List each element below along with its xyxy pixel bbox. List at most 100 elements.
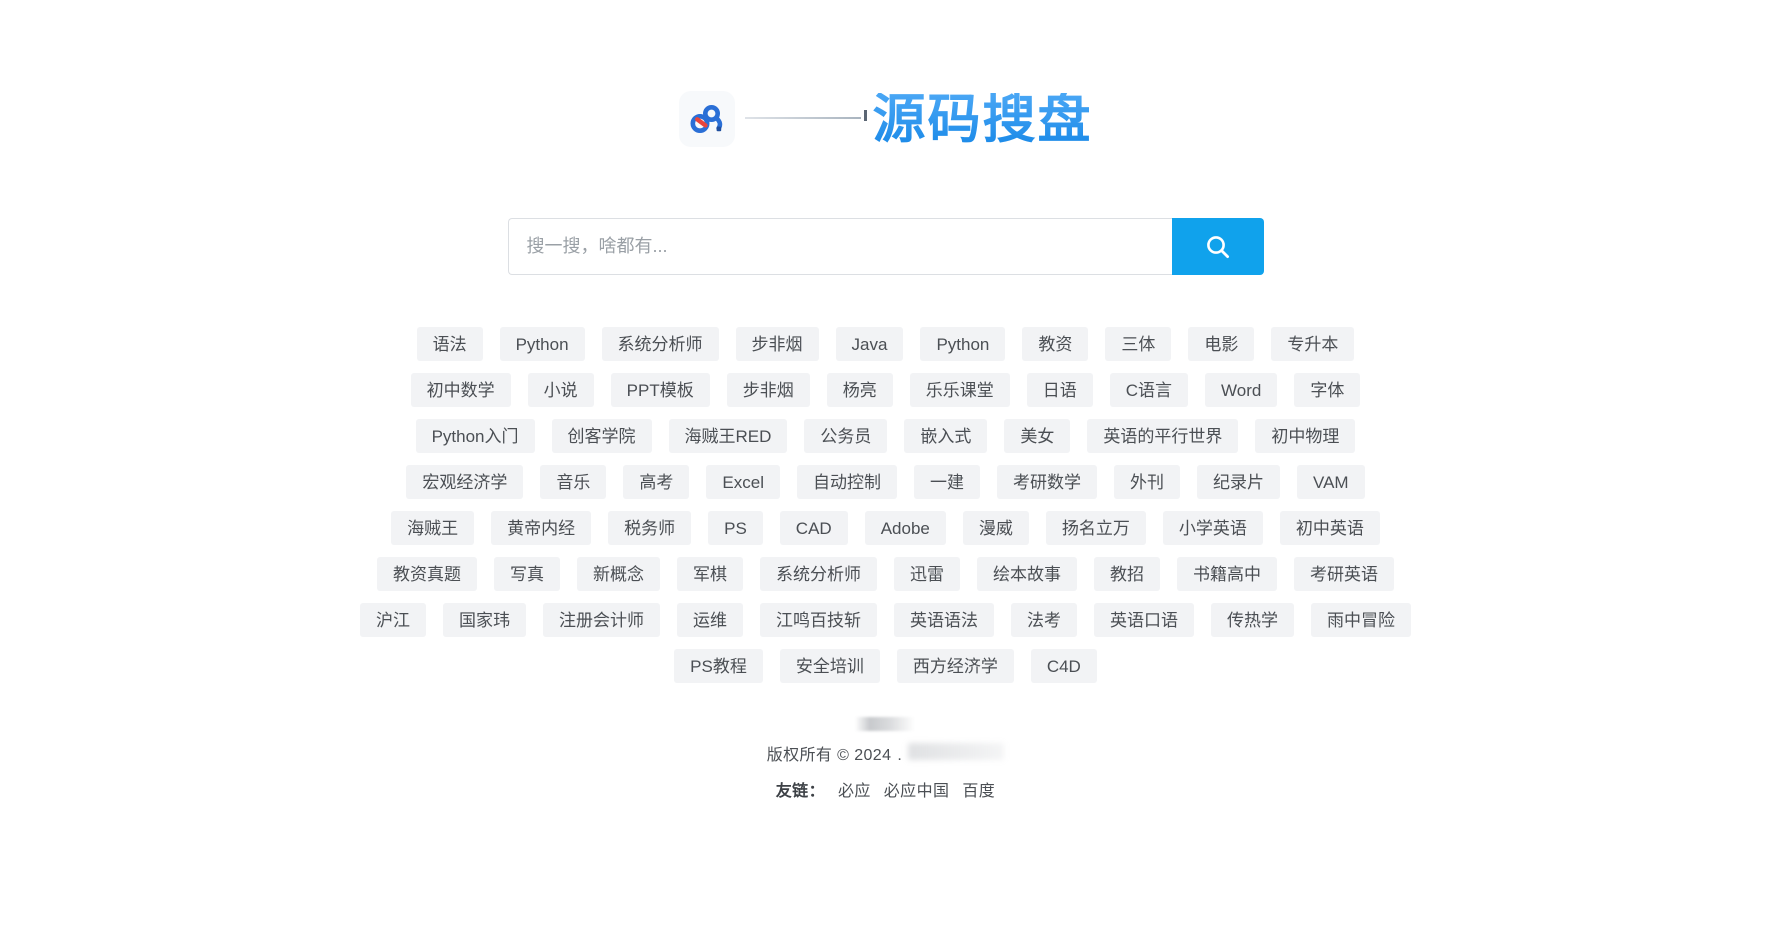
tag-row: 宏观经济学 音乐 高考 Excel 自动控制 一建 考研数学 外刊 纪录片 VAM — [406, 465, 1365, 499]
tag-row: 海贼王 黄帝内经 税务师 PS CAD Adobe 漫威 扬名立万 小学英语 初中英语 — [391, 511, 1380, 545]
keyword-tag[interactable]: 美女 — [1004, 419, 1071, 453]
friend-link[interactable]: 必应 — [838, 777, 871, 801]
search-icon — [1203, 232, 1233, 262]
keyword-tag[interactable]: Java — [835, 327, 904, 361]
keyword-tag[interactable]: 语法 — [416, 327, 483, 361]
keyword-tag[interactable]: Excel — [706, 465, 780, 499]
keyword-tag[interactable]: 法考 — [1011, 603, 1077, 637]
keyword-tag[interactable]: 创客学院 — [551, 419, 652, 453]
keyword-tag[interactable]: 宏观经济学 — [406, 465, 524, 499]
tag-row: 沪江 国家玮 注册会计师 运维 江鸣百技斩 英语语法 法考 英语口语 传热学 雨中冒险 — [360, 603, 1411, 637]
keyword-tag[interactable]: 公务员 — [804, 419, 888, 453]
keyword-tag[interactable]: 考研英语 — [1294, 557, 1394, 591]
keyword-tag[interactable]: 教资真题 — [377, 557, 477, 591]
tag-row: 初中数学 小说 PPT模板 步非烟 杨亮 乐乐课堂 日语 C语言 Word 字体 — [410, 373, 1361, 407]
keyword-tag[interactable]: 英语的平行世界 — [1087, 419, 1239, 453]
keyword-tag[interactable]: 新概念 — [577, 557, 660, 591]
search-input[interactable] — [507, 218, 1172, 275]
keyword-tag[interactable]: PS教程 — [674, 649, 763, 683]
friend-links: 友链： 必应 必应中国 百度 — [776, 777, 995, 801]
page-root: 源码搜盘 语法Python系统分析师步非烟JavaPython教资三体电影专升本… — [0, 0, 1771, 945]
keyword-tag[interactable]: 雨中冒险 — [1311, 603, 1411, 637]
keyword-tag[interactable]: 专升本 — [1271, 327, 1355, 361]
brand-header: 源码搜盘 — [678, 82, 1093, 156]
keyword-tag[interactable]: 外刊 — [1114, 465, 1180, 499]
keyword-tag[interactable]: 字体 — [1294, 373, 1361, 407]
keyword-tag[interactable]: CAD — [779, 511, 848, 545]
keyword-tag[interactable]: 初中英语 — [1279, 511, 1380, 545]
keyword-tag[interactable]: 电影 — [1188, 327, 1255, 361]
friend-link[interactable]: 必应中国 — [884, 777, 950, 801]
keyword-tag[interactable]: 迅雷 — [894, 557, 960, 591]
friend-links-label: 友链： — [775, 783, 825, 800]
page-title: 源码搜盘 — [872, 89, 1093, 149]
keyword-tag[interactable]: 教资 — [1022, 327, 1089, 361]
keyword-tag[interactable]: Word — [1205, 373, 1278, 407]
keyword-tag[interactable]: 国家玮 — [443, 603, 526, 637]
keyword-tag[interactable]: C语言 — [1109, 373, 1189, 407]
keyword-tag[interactable]: 沪江 — [360, 603, 426, 637]
keyword-tag[interactable]: 绘本故事 — [977, 557, 1077, 591]
redacted-site-name — [908, 743, 1005, 760]
tag-row: 语法 Python 系统分析师 步非烟 Java Python 教资 三体 电影 专升本 — [416, 327, 1355, 361]
keyword-tag[interactable]: 英语语法 — [894, 603, 994, 637]
keyword-tag[interactable]: 系统分析师 — [760, 557, 877, 591]
keyword-tag[interactable]: 初中物理 — [1255, 419, 1356, 453]
keyword-tag[interactable]: 纪录片 — [1197, 465, 1280, 499]
keyword-tag[interactable]: 漫威 — [962, 511, 1029, 545]
keyword-tag[interactable]: 黄帝内经 — [491, 511, 592, 545]
keyword-tag[interactable]: C4D — [1030, 649, 1097, 683]
keyword-tag[interactable]: 书籍高中 — [1177, 557, 1277, 591]
keyword-tag[interactable]: 步非烟 — [735, 327, 819, 361]
keyword-tag[interactable]: Python — [920, 327, 1006, 361]
keyword-tag[interactable]: 步非烟 — [726, 373, 810, 407]
page-footer: 版权所有 © 2024 . 友链： 必应 必应中国 百度 — [767, 717, 1005, 801]
keyword-tag[interactable]: 西方经济学 — [896, 649, 1014, 683]
copyright-suffix: . — [897, 747, 903, 764]
keyword-tag[interactable]: 乐乐课堂 — [909, 373, 1010, 407]
keyword-tag[interactable]: 小学英语 — [1162, 511, 1263, 545]
keyword-tag[interactable]: 音乐 — [540, 465, 607, 499]
keyword-tag[interactable]: PS — [708, 511, 763, 545]
keyword-tag[interactable]: 安全培训 — [779, 649, 880, 683]
keyword-tag[interactable]: 扬名立万 — [1045, 511, 1146, 545]
keyword-tag[interactable]: 初中数学 — [410, 373, 511, 407]
keyword-tag[interactable]: 三体 — [1105, 327, 1172, 361]
keyword-tag[interactable]: 税务师 — [608, 511, 692, 545]
keyword-tag[interactable]: 高考 — [623, 465, 690, 499]
tag-row: 教资真题 写真 新概念 军棋 系统分析师 迅雷 绘本故事 教招 书籍高中 考研英语 — [377, 557, 1394, 591]
keyword-tag[interactable]: 江鸣百技斩 — [760, 603, 877, 637]
keyword-tag[interactable]: Python入门 — [415, 419, 535, 453]
keyword-tag[interactable]: VAM — [1297, 465, 1365, 499]
redacted-mark — [855, 717, 916, 731]
keyword-tag[interactable]: 军棋 — [677, 557, 743, 591]
keyword-tag[interactable]: 自动控制 — [797, 465, 897, 499]
keyword-tag[interactable]: 日语 — [1026, 373, 1093, 407]
keyword-tag[interactable]: 教招 — [1094, 557, 1160, 591]
keyword-tag[interactable]: Adobe — [864, 511, 946, 545]
keyword-tag[interactable]: 海贼王RED — [668, 419, 788, 453]
keyword-tag[interactable]: 系统分析师 — [601, 327, 719, 361]
copyright-text: 版权所有 © 2024 — [766, 747, 892, 764]
keyword-tag[interactable]: 写真 — [494, 557, 560, 591]
keyword-tag[interactable]: 英语口语 — [1094, 603, 1194, 637]
hot-keyword-tag-cloud: 语法 Python 系统分析师 步非烟 Java Python 教资 三体 电影 专升本 初中数学小… — [261, 327, 1511, 683]
keyword-tag[interactable]: 小说 — [527, 373, 594, 407]
friend-link[interactable]: 百度 — [962, 777, 995, 801]
search-button[interactable] — [1171, 218, 1264, 275]
keyword-tag[interactable]: PPT模板 — [610, 373, 710, 407]
keyword-tag[interactable]: Python — [499, 327, 585, 361]
keyword-tag[interactable]: 杨亮 — [826, 373, 893, 407]
keyword-tag[interactable]: 一建 — [914, 465, 980, 499]
keyword-tag[interactable]: 考研数学 — [997, 465, 1097, 499]
keyword-tag[interactable]: 传热学 — [1211, 603, 1294, 637]
keyword-tag[interactable]: 海贼王 — [391, 511, 475, 545]
tag-row: PS教程 安全培训 西方经济学 C4D — [674, 649, 1097, 683]
keyword-tag[interactable]: 运维 — [677, 603, 743, 637]
tag-row: Python入门 创客学院 海贼王RED 公务员 嵌入式 美女 英语的平行世界 初中物理 — [415, 419, 1356, 453]
copyright-line: 版权所有 © 2024 . — [767, 741, 1005, 765]
search-form — [507, 218, 1264, 275]
horizontal-rule-decoration — [744, 106, 867, 132]
keyword-tag[interactable]: 注册会计师 — [543, 603, 660, 637]
keyword-tag[interactable]: 嵌入式 — [904, 419, 988, 453]
